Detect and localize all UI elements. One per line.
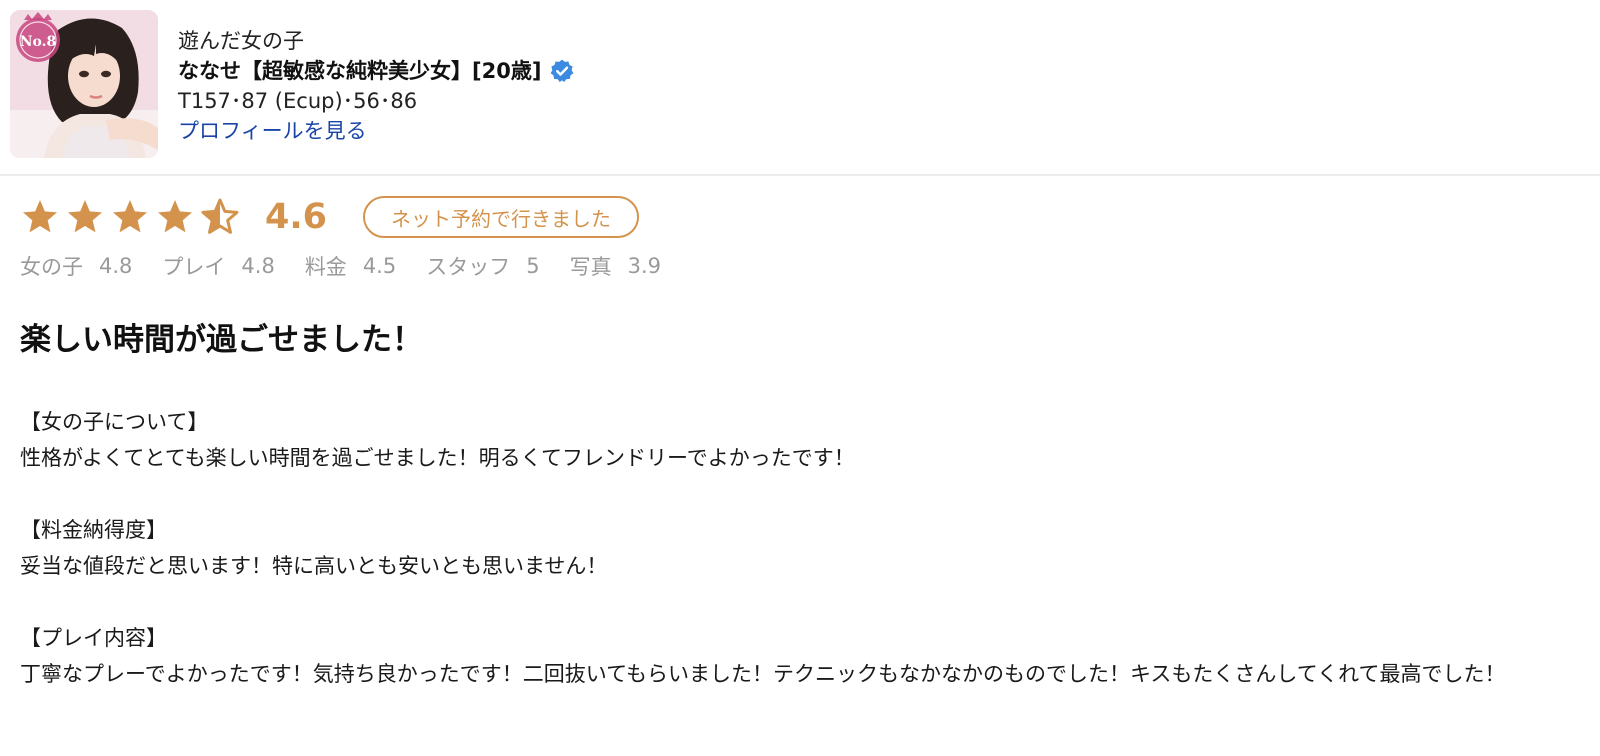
booking-method-badge: ネット予約で行きました [363,196,640,238]
girl-name: ななせ【超敏感な純粋美少女】[20歳] [178,59,542,83]
star-full-icon [113,200,147,233]
verified-check-icon [551,59,574,83]
girl-measurements: T157･87 (Ecup)･56･86 [178,89,418,113]
overall-rating: 4.6 ネット予約で行きました [20,190,640,244]
overall-score: 4.6 [265,197,328,237]
star-full-icon [23,200,57,233]
girl-name-row: ななせ【超敏感な純粋美少女】[20歳] [178,56,575,86]
girl-avatar[interactable]: No.8 [10,10,158,158]
sub-score-label: プレイ [162,255,226,279]
sub-score-value: 5 [526,254,540,278]
sub-score-label: スタッフ [426,255,511,279]
review-section-heading: 【料金納得度】 [20,518,167,542]
avatar-rank-badge: No.8 [20,34,57,50]
sub-score-value: 4.8 [99,254,133,278]
sub-score-value: 3.9 [627,254,661,278]
sub-score-girl: 女の子 4.8 [20,251,132,281]
star-full-icon [158,200,192,233]
sub-score-label: 料金 [304,255,347,279]
reviewed-girl-card: No.8 遊んだ女の子 ななせ【超敏感な純粋美少女】[20歳] T157･87 … [0,0,1600,176]
sub-score-staff: スタッフ 5 [426,251,539,281]
sub-score-value: 4.8 [241,254,275,278]
sub-score-label: 写真 [569,255,612,279]
sub-score-price: 料金 4.5 [305,251,396,281]
sub-score-photo: 写真 3.9 [570,251,661,281]
review-title: 楽しい時間が過ごせました！ [20,322,423,358]
view-profile-link[interactable]: プロフィールを見る [178,119,367,143]
review-section-text: 性格がよくてとても楽しい時間を過ごせました！明るくてフレンドリーでよかったです！ [20,446,855,470]
review-section-heading: 【プレイ内容】 [20,626,167,650]
sub-score-value: 4.5 [362,254,397,278]
star-full-icon [68,200,102,233]
review-section-heading: 【女の子について】 [20,410,209,434]
review-section-text: 丁寧なプレーでよかったです！気持ち良かったです！二回抜いてもらいました！テクニッ… [20,662,1506,686]
review-section-text: 妥当な値段だと思います！特に高いとも安いとも思いません！ [20,554,608,578]
visited-label: 遊んだ女の子 [178,29,304,53]
star-rating [20,197,245,237]
avatar-photo: No.8 [10,10,158,158]
category-scores: 女の子 4.8 プレイ 4.8 料金 4.5 スタッフ 5 写真 3.9 [20,250,691,282]
sub-score-play: プレイ 4.8 [162,251,274,281]
sub-score-label: 女の子 [20,255,83,279]
star-half-icon [201,198,239,234]
girl-info: 遊んだ女の子 ななせ【超敏感な純粋美少女】[20歳] T157･87 (Ecup… [178,26,575,146]
